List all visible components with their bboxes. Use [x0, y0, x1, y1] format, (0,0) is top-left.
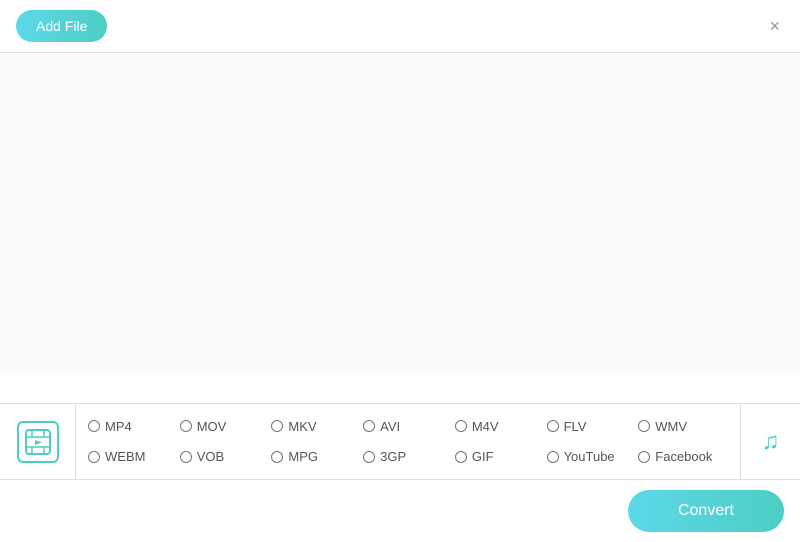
format-label-webm: WEBM — [105, 449, 145, 464]
format-mkv[interactable]: MKV — [271, 412, 361, 441]
format-radio-mov[interactable] — [180, 420, 192, 432]
film-grid-icon — [24, 428, 52, 456]
video-format-icon-box[interactable] — [0, 404, 76, 479]
format-radio-mkv[interactable] — [271, 420, 283, 432]
format-mp4[interactable]: MP4 — [88, 412, 178, 441]
format-label-flv: FLV — [564, 419, 587, 434]
format-label-3gp: 3GP — [380, 449, 406, 464]
format-radio-webm[interactable] — [88, 451, 100, 463]
format-label-vob: VOB — [197, 449, 224, 464]
format-label-youtube: YouTube — [564, 449, 615, 464]
format-radio-wmv[interactable] — [638, 420, 650, 432]
format-label-mpg: MPG — [288, 449, 318, 464]
format-label-wmv: WMV — [655, 419, 687, 434]
format-radio-facebook[interactable] — [638, 451, 650, 463]
music-note-icon: ♫ — [762, 428, 780, 456]
convert-row: Convert — [0, 480, 800, 542]
format-radio-mpg[interactable] — [271, 451, 283, 463]
top-bar: Add File × — [0, 0, 800, 53]
bottom-panel: MP4 MOV MKV AVI M4V FLV — [0, 403, 800, 542]
format-mov[interactable]: MOV — [180, 412, 270, 441]
format-label-mov: MOV — [197, 419, 227, 434]
format-youtube[interactable]: YouTube — [547, 443, 637, 472]
format-wmv[interactable]: WMV — [638, 412, 728, 441]
format-panel: MP4 MOV MKV AVI M4V FLV — [0, 404, 800, 480]
format-radio-m4v[interactable] — [455, 420, 467, 432]
format-m4v[interactable]: M4V — [455, 412, 545, 441]
format-radio-3gp[interactable] — [363, 451, 375, 463]
format-3gp[interactable]: 3GP — [363, 443, 453, 472]
main-content-area — [0, 53, 800, 373]
format-gif[interactable]: GIF — [455, 443, 545, 472]
format-flv[interactable]: FLV — [547, 412, 637, 441]
close-button[interactable]: × — [765, 13, 784, 39]
video-icon — [17, 421, 59, 463]
format-radio-mp4[interactable] — [88, 420, 100, 432]
format-label-m4v: M4V — [472, 419, 499, 434]
convert-button[interactable]: Convert — [628, 490, 784, 532]
format-label-gif: GIF — [472, 449, 494, 464]
add-file-button[interactable]: Add File — [16, 10, 107, 42]
format-label-mkv: MKV — [288, 419, 316, 434]
format-webm[interactable]: WEBM — [88, 443, 178, 472]
format-radio-flv[interactable] — [547, 420, 559, 432]
format-list: MP4 MOV MKV AVI M4V FLV — [76, 404, 740, 479]
format-label-facebook: Facebook — [655, 449, 712, 464]
format-radio-gif[interactable] — [455, 451, 467, 463]
format-radio-youtube[interactable] — [547, 451, 559, 463]
format-radio-vob[interactable] — [180, 451, 192, 463]
format-avi[interactable]: AVI — [363, 412, 453, 441]
format-label-mp4: MP4 — [105, 419, 132, 434]
audio-format-icon-box[interactable]: ♫ — [740, 404, 800, 479]
format-mpg[interactable]: MPG — [271, 443, 361, 472]
format-radio-avi[interactable] — [363, 420, 375, 432]
format-label-avi: AVI — [380, 419, 400, 434]
format-vob[interactable]: VOB — [180, 443, 270, 472]
format-facebook[interactable]: Facebook — [638, 443, 728, 472]
